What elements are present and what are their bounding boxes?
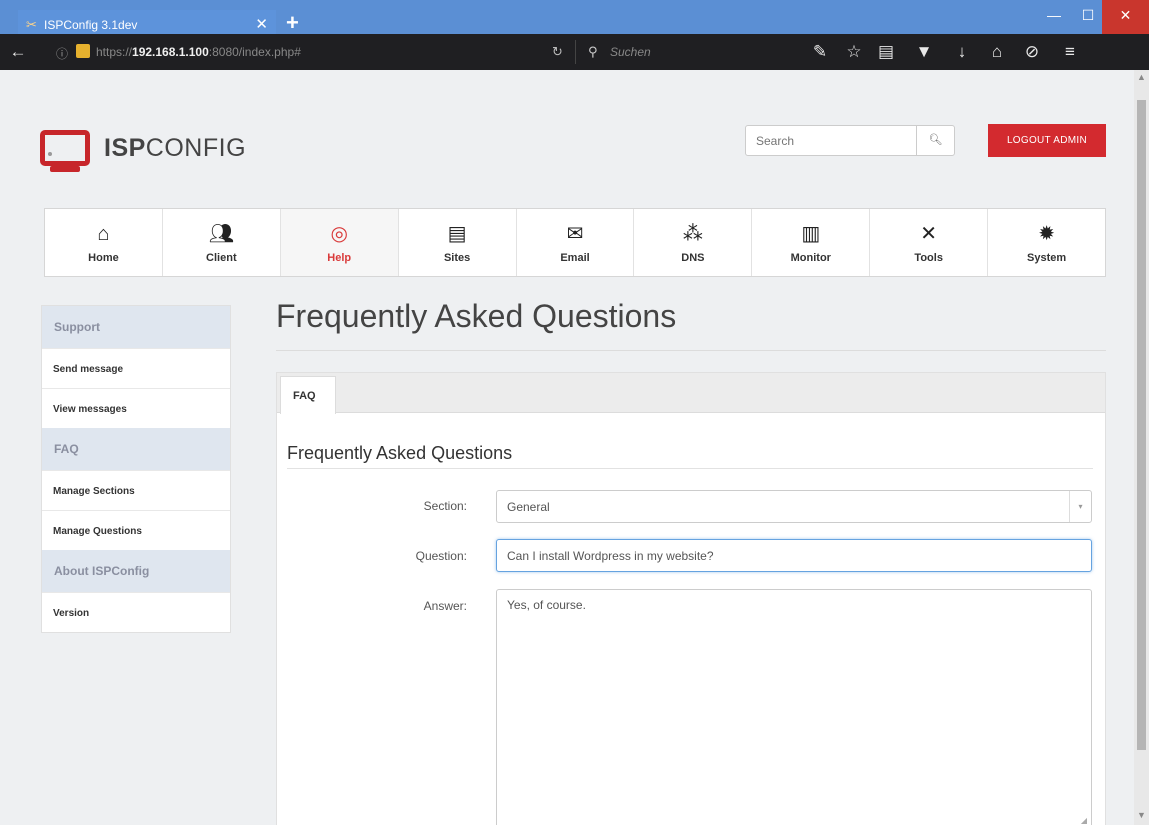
nav-home[interactable]: ⌂ Home [45,209,163,276]
url-bar[interactable]: ⓘ https://192.168.1.100:8080/index.php# [48,40,530,64]
nav-email[interactable]: ✉ Email [517,209,635,276]
logo-text-bold: ISP [104,134,146,162]
back-arrow-icon[interactable]: ← [6,42,30,62]
ispconfig-tab-icon: ✂ [26,17,37,32]
section-select[interactable]: General ▾ [496,490,1092,523]
reading-list-icon[interactable]: ▤ [874,42,898,62]
star-icon[interactable]: ☆ [842,42,866,62]
logo-monitor-icon [40,130,90,166]
nav-sites-label: Sites [443,252,471,264]
nav-system-label: System [1027,252,1067,264]
nav-client[interactable]: 👥︎ Client [163,209,281,276]
nav-tools-label: Tools [914,252,943,264]
home-browser-icon[interactable]: ⌂ [985,42,1009,62]
nav-home-label: Home [88,252,119,264]
search-button[interactable]: 🔍︎ [916,126,954,155]
sidebar: Support Send message View messages FAQ M… [41,305,231,633]
sidebar-item-view-messages[interactable]: View messages [42,388,230,428]
wrench-icon[interactable]: ✎ [808,42,832,62]
page-title: Frequently Asked Questions [276,298,677,334]
url-prefix: https:// [96,45,133,59]
title-divider [276,350,1106,351]
window-maximize-button[interactable]: ☐ [1070,0,1106,34]
logo-stand [50,166,80,172]
logo-text-rest: CONFIG [145,134,247,162]
section-label: Section: [423,499,467,513]
scroll-down-icon[interactable]: ▼ [1137,810,1146,820]
search-icon: ⚲ [588,44,598,59]
reload-icon[interactable]: ↻ [552,44,563,60]
sidebar-header-faq: FAQ [42,428,230,470]
window-titlebar: ✂ ISPConfig 3.1dev ✕ + — ☐ ✕ [0,0,1149,40]
url-host: 192.168.1.100 [132,45,209,59]
new-tab-button[interactable]: + [286,12,299,34]
lock-warning-icon[interactable] [76,44,90,58]
nav-tools[interactable]: ✕ Tools [870,209,989,276]
dns-icon: ⁂ [682,223,703,245]
nav-help-label: Help [327,252,352,264]
pocket-icon[interactable]: ▼ [912,42,936,62]
tools-icon: ✕ [920,223,938,245]
sidebar-item-manage-sections[interactable]: Manage Sections [42,470,230,510]
search-input[interactable] [746,126,916,155]
nav-system[interactable]: ✹ System [988,209,1105,276]
nav-client-label: Client [206,252,237,264]
sidebar-item-manage-questions[interactable]: Manage Questions [42,510,230,550]
sidebar-header-about: About ISPConfig [42,550,230,592]
nav-dns-label: DNS [681,252,705,264]
section-select-value: General [507,500,550,514]
tab-faq[interactable]: FAQ [280,376,336,414]
answer-textarea[interactable]: Yes, of course. ◢ [496,589,1092,825]
download-icon[interactable]: ↓ [950,42,974,62]
site-search: 🔍︎ [745,125,955,156]
page-viewport: ISPCONFIG 🔍︎ LOGOUT ADMIN ⌂ Home 👥︎ Clie… [0,70,1134,825]
panel-tab-bar: FAQ [277,373,1105,414]
faq-panel: FAQ Frequently Asked Questions Section: … [276,372,1106,825]
main-navigation: ⌂ Home 👥︎ Client ◎ Help ▤ Sites ✉ Email … [44,208,1106,277]
nav-monitor[interactable]: ▥ Monitor [752,209,871,276]
logout-button[interactable]: LOGOUT ADMIN [988,124,1106,157]
logo-text: ISPCONFIG [104,134,246,163]
browser-toolbar: ← ⓘ https://192.168.1.100:8080/index.php… [0,34,1149,70]
browser-search-placeholder: Suchen [610,45,651,59]
resize-grip-icon[interactable]: ◢ [1081,813,1087,825]
answer-textarea-value: Yes, of course. [507,598,586,612]
sidebar-header-support: Support [42,306,230,348]
lifebuoy-icon: ◎ [330,223,348,245]
window-close-button[interactable]: ✕ [1102,0,1149,34]
gear-icon: ✹ [1038,223,1055,245]
nav-monitor-label: Monitor [790,252,831,264]
nav-dns[interactable]: ⁂ DNS [634,209,753,276]
privacy-icon[interactable]: ⊘ [1020,42,1044,62]
nav-help[interactable]: ◎ Help [280,209,399,276]
nav-email-label: Email [560,252,590,264]
tab-title: ISPConfig 3.1dev [44,18,138,32]
email-icon: ✉ [566,223,584,245]
sidebar-item-version[interactable]: Version [42,592,230,632]
nav-sites[interactable]: ▤ Sites [399,209,517,276]
sidebar-item-send-message[interactable]: Send message [42,348,230,388]
home-icon: ⌂ [97,223,110,245]
monitor-icon: ▥ [801,223,821,245]
logo-dot [48,152,52,156]
page-scrollbar[interactable]: ▲ ▼ [1134,70,1149,825]
answer-label: Answer: [423,599,467,613]
question-input-value: Can I install Wordpress in my website? [507,549,714,563]
url-rest: :8080/index.php# [208,45,301,59]
window-minimize-button[interactable]: — [1036,0,1072,34]
section-heading: Frequently Asked Questions [287,443,513,463]
sites-icon: ▤ [447,223,467,245]
scrollbar-thumb[interactable] [1137,100,1146,750]
scroll-up-icon[interactable]: ▲ [1137,72,1146,82]
question-input[interactable]: Can I install Wordpress in my website? [496,539,1092,572]
question-label: Question: [415,549,467,563]
section-divider [287,468,1093,469]
chevron-down-icon: ▾ [1069,491,1091,522]
browser-search-field[interactable]: ⚲ Suchen [575,40,765,64]
menu-icon[interactable]: ≡ [1058,42,1082,62]
search-icon: 🔍︎ [928,134,943,146]
info-icon[interactable]: ⓘ [56,45,68,62]
client-icon: 👥︎ [208,223,235,245]
tab-close-icon[interactable]: ✕ [255,15,268,33]
